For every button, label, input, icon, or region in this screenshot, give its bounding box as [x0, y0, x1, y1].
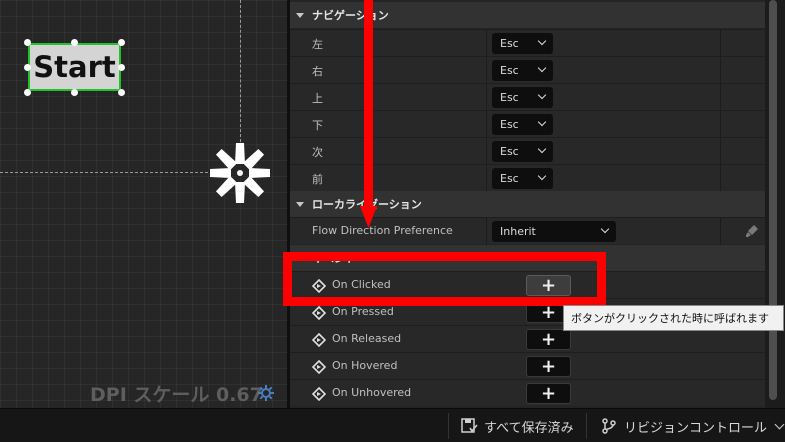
- add-event-button[interactable]: +: [526, 383, 571, 404]
- property-label: 上: [312, 92, 323, 105]
- property-row: 上 Esc: [290, 83, 765, 111]
- column-divider: [486, 111, 487, 138]
- event-label: On Hovered: [332, 359, 398, 372]
- property-row: 次 Esc: [290, 137, 765, 165]
- property-label: 右: [312, 65, 323, 78]
- property-row: 前 Esc: [290, 164, 765, 192]
- navigation-dropdown[interactable]: Esc: [492, 114, 553, 135]
- collapse-arrow-icon: [296, 12, 304, 18]
- separator: [586, 413, 587, 439]
- resize-handle-top-right[interactable]: [118, 39, 125, 46]
- separator: [448, 413, 449, 439]
- chevron-down-icon: [537, 171, 547, 181]
- bottom-status-bar: すべて保存済み リビジョンコントロール: [0, 408, 785, 442]
- scrollbar-thumb[interactable]: [769, 0, 777, 400]
- navigation-dropdown[interactable]: Esc: [492, 33, 553, 54]
- resize-handle-top-left[interactable]: [24, 39, 31, 46]
- details-panel: ナビゲーション 左 Esc 右 Esc 上 Esc 下 Esc 次 Esc 前 …: [290, 0, 765, 408]
- column-divider: [486, 165, 487, 192]
- column-divider: [720, 165, 721, 192]
- start-button-widget[interactable]: Start: [28, 43, 121, 91]
- property-label: 前: [312, 173, 323, 186]
- designer-canvas[interactable]: Start DPI スケール 0.67: [0, 0, 287, 408]
- flow-direction-dropdown[interactable]: Inherit: [492, 221, 616, 242]
- add-event-button[interactable]: +: [526, 329, 571, 350]
- event-diamond-icon: [312, 387, 326, 401]
- navigation-dropdown[interactable]: Esc: [492, 141, 553, 162]
- annotation-arrow-shaft: [364, 0, 373, 210]
- resize-handle-bottom[interactable]: [71, 89, 78, 96]
- dropdown-value: Esc: [500, 145, 519, 158]
- column-divider: [720, 30, 721, 57]
- property-row: 下 Esc: [290, 110, 765, 138]
- column-divider: [720, 84, 721, 111]
- event-label: On Released: [332, 332, 402, 345]
- property-label: Flow Direction Preference: [312, 224, 453, 237]
- dropdown-value: Esc: [500, 172, 519, 185]
- dropdown-value: Esc: [500, 91, 519, 104]
- event-row-on-hovered: On Hovered +: [290, 352, 765, 379]
- event-diamond-icon: [312, 333, 326, 347]
- annotation-highlight-box: [283, 252, 606, 306]
- column-divider: [486, 30, 487, 57]
- anchor-flower-icon[interactable]: [207, 140, 273, 206]
- property-label: 左: [312, 38, 323, 51]
- dropdown-value: Esc: [500, 37, 519, 50]
- dpi-scale-label: DPI スケール 0.67: [90, 384, 263, 406]
- save-all-button[interactable]: すべて保存済み: [460, 409, 574, 442]
- tooltip: ボタンがクリックされた時に呼ばれます: [563, 305, 784, 331]
- column-divider: [720, 138, 721, 165]
- chevron-down-icon: [537, 63, 547, 73]
- add-event-button[interactable]: +: [526, 356, 571, 377]
- branch-icon: [602, 418, 616, 434]
- event-row-on-unhovered: On Unhovered +: [290, 379, 765, 406]
- dropdown-value: Inherit: [500, 225, 536, 238]
- chevron-down-icon: [774, 419, 785, 429]
- dropdown-value: Esc: [500, 64, 519, 77]
- event-label: On Pressed: [332, 305, 394, 318]
- vertical-guide-line: [240, 0, 241, 142]
- save-all-label: すべて保存済み: [484, 420, 574, 436]
- column-divider: [486, 57, 487, 84]
- collapse-arrow-icon: [296, 201, 304, 207]
- resize-handle-bottom-right[interactable]: [118, 89, 125, 96]
- navigation-dropdown[interactable]: Esc: [492, 168, 553, 189]
- column-divider: [486, 84, 487, 111]
- gear-icon[interactable]: [257, 384, 275, 402]
- column-divider: [486, 138, 487, 165]
- paint-brush-icon[interactable]: [745, 224, 759, 238]
- navigation-dropdown[interactable]: Esc: [492, 60, 553, 81]
- column-divider: [720, 111, 721, 138]
- resize-handle-right[interactable]: [118, 64, 125, 71]
- event-diamond-icon: [312, 306, 326, 320]
- save-icon: [461, 418, 478, 433]
- column-divider: [720, 218, 721, 245]
- horizontal-guide-line: [0, 172, 208, 173]
- section-title: ナビゲーション: [312, 9, 389, 22]
- resize-handle-bottom-left[interactable]: [24, 89, 31, 96]
- event-label: On Unhovered: [332, 386, 412, 399]
- chevron-down-icon: [537, 144, 547, 154]
- property-row: 左 Esc: [290, 29, 765, 57]
- section-header-navigation[interactable]: ナビゲーション: [290, 2, 765, 28]
- column-divider: [720, 57, 721, 84]
- resize-handle-top[interactable]: [71, 39, 78, 46]
- column-divider: [486, 218, 487, 245]
- chevron-down-icon: [600, 224, 610, 234]
- chevron-down-icon: [537, 117, 547, 127]
- event-diamond-icon: [312, 360, 326, 374]
- chevron-down-icon: [537, 36, 547, 46]
- navigation-dropdown[interactable]: Esc: [492, 87, 553, 108]
- start-button-label: Start: [33, 50, 116, 84]
- chevron-down-icon: [537, 90, 547, 100]
- property-row: 右 Esc: [290, 56, 765, 84]
- property-label: 下: [312, 119, 323, 132]
- dropdown-value: Esc: [500, 118, 519, 131]
- annotation-arrow-head: [360, 206, 377, 228]
- resize-handle-left[interactable]: [24, 64, 31, 71]
- revision-control-label: リビジョンコントロール: [624, 420, 768, 436]
- revision-control-button[interactable]: リビジョンコントロール: [600, 409, 785, 442]
- property-label: 次: [312, 146, 323, 159]
